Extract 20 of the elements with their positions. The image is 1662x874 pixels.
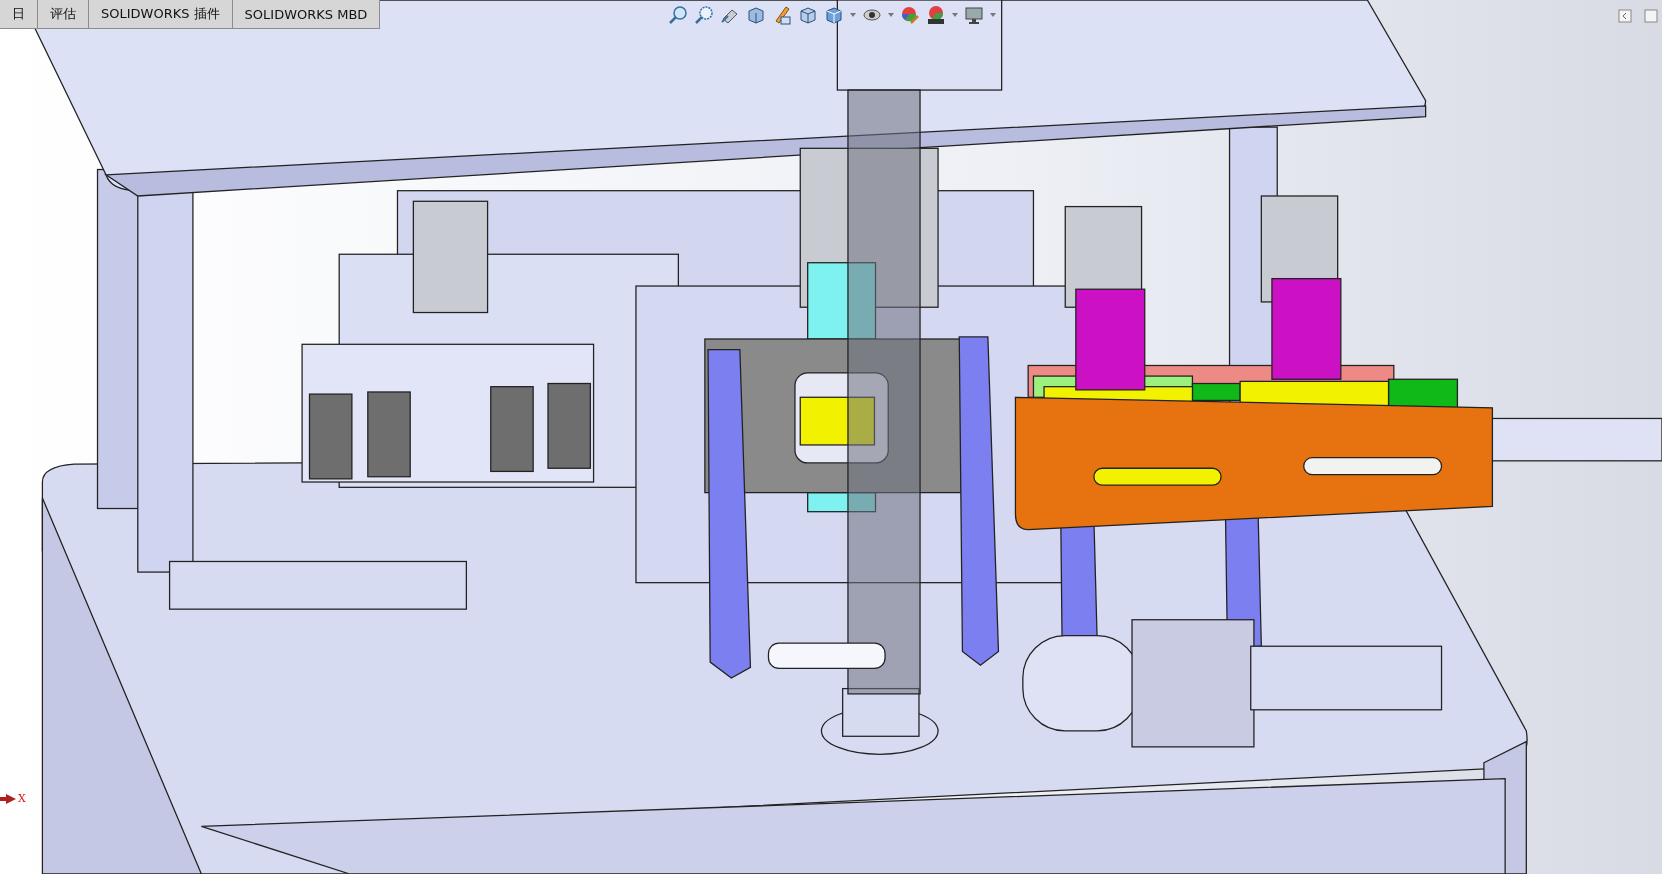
monitor-icon[interactable] (964, 5, 984, 25)
cube-icon[interactable] (798, 5, 818, 25)
command-tab[interactable]: SOLIDWORKS 插件 (88, 0, 233, 29)
caret-icon[interactable] (990, 13, 996, 17)
panel-toggle-icon[interactable] (1644, 9, 1658, 23)
color-sphere-icon[interactable] (900, 5, 920, 25)
axis-arrow-icon (0, 793, 16, 804)
caret-icon[interactable] (850, 13, 856, 17)
magnifier-icon[interactable] (668, 5, 688, 25)
command-tab[interactable]: 日 (0, 0, 38, 29)
caret-icon[interactable] (888, 13, 894, 17)
panel-toggle-icon[interactable] (1618, 9, 1632, 23)
command-tab[interactable]: SOLIDWORKS MBD (231, 0, 381, 29)
caret-icon[interactable] (952, 13, 958, 17)
cube-icon[interactable] (824, 5, 844, 25)
magnifier-icon[interactable] (694, 5, 714, 25)
color-sphere-icon[interactable] (926, 5, 946, 25)
command-tab[interactable]: 评估 (37, 0, 89, 29)
axis-label: X (18, 792, 26, 805)
cube-icon[interactable] (746, 5, 766, 25)
